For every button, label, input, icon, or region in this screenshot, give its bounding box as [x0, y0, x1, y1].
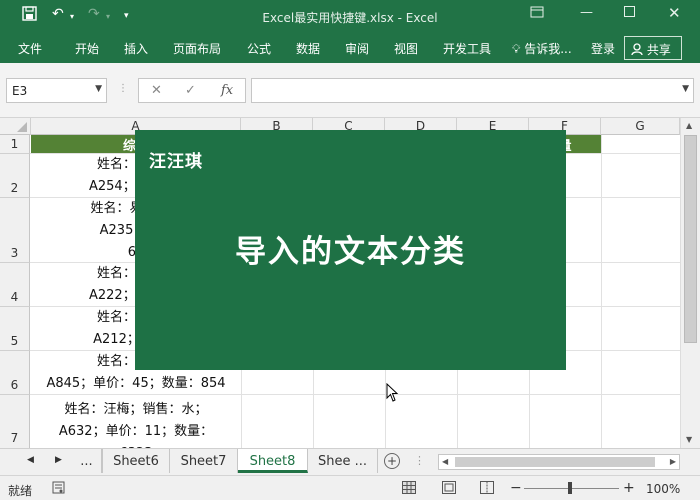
sheet-tab-more[interactable]: ... [72, 449, 102, 473]
row-header-7[interactable]: 7 [0, 395, 30, 448]
tab-home[interactable]: 开始 [75, 40, 99, 57]
prev-sheet-icon[interactable]: ◀ [27, 455, 34, 465]
cell-text: A632；单价：11；数量： [58, 424, 214, 439]
row-header-4[interactable]: 4 [0, 263, 30, 307]
vertical-scroll-thumb[interactable] [684, 135, 697, 343]
row-header-1[interactable]: 1 [0, 135, 30, 154]
formula-input[interactable]: ▼ [251, 78, 694, 103]
horizontal-scrollbar[interactable]: ◀ ▶ [438, 454, 680, 470]
cancel-icon[interactable]: ✕ [151, 83, 162, 98]
sheet-tab-sheet6[interactable]: Sheet6 [102, 449, 170, 473]
cell-a7[interactable]: 姓名：汪梅；销售：水； A632；单价：11；数量： 6323 [31, 399, 241, 448]
lightbulb-icon: 💡︎ [512, 42, 521, 56]
scroll-left-icon[interactable]: ◀ [442, 457, 448, 466]
zoom-level[interactable]: 100% [646, 482, 680, 496]
minimize-icon[interactable]: — [580, 5, 593, 20]
row-header-3[interactable]: 3 [0, 198, 30, 263]
maximize-icon[interactable] [624, 6, 635, 21]
sheet-tab-sheet8[interactable]: Sheet8 [238, 449, 308, 473]
sheet-tab-bar: ◀ ▶ ... Sheet6 Sheet7 Sheet8 Shee ... + … [0, 448, 700, 475]
name-box[interactable]: E3 ▼ [6, 78, 107, 103]
zoom-out-icon[interactable]: − [510, 480, 522, 496]
select-all-corner[interactable] [0, 118, 31, 135]
next-sheet-icon[interactable]: ▶ [55, 455, 62, 465]
mouse-cursor-icon [386, 382, 400, 406]
person-icon [631, 43, 647, 57]
sheet-tab-truncated[interactable]: Shee ... [308, 449, 378, 473]
horizontal-scroll-thumb[interactable] [455, 457, 655, 467]
page-break-view-icon[interactable] [480, 481, 494, 497]
enter-icon[interactable]: ✓ [185, 83, 196, 98]
vertical-scrollbar[interactable]: ▲ ▼ [680, 118, 700, 448]
ribbon-display-icon[interactable] [530, 6, 544, 22]
row-header-2[interactable]: 2 [0, 154, 30, 198]
sheet-tab-sheet7[interactable]: Sheet7 [170, 449, 238, 473]
tell-me-label: 告诉我... [524, 42, 572, 56]
login-link[interactable]: 登录 [591, 40, 615, 57]
zoom-in-icon[interactable]: + [623, 480, 635, 496]
share-button[interactable]: 共享 [624, 36, 682, 60]
tab-page-layout[interactable]: 页面布局 [173, 40, 221, 57]
page-layout-view-icon[interactable] [442, 481, 456, 497]
formula-bar: E3 ▼ ⋮ ✕ ✓ fx ▼ [0, 63, 700, 118]
row-header-6[interactable]: 6 [0, 351, 30, 395]
tab-review[interactable]: 审阅 [345, 40, 369, 57]
tab-view[interactable]: 视图 [394, 40, 418, 57]
insert-function-icon[interactable]: fx [221, 83, 233, 98]
tab-formulas[interactable]: 公式 [247, 40, 271, 57]
tab-data[interactable]: 数据 [296, 40, 320, 57]
expand-formula-icon[interactable]: ▼ [682, 84, 689, 94]
tab-insert[interactable]: 插入 [124, 40, 148, 57]
cell-text: 姓名：汪梅；销售：水； [64, 402, 208, 417]
name-box-dropdown-icon[interactable]: ▼ [95, 84, 102, 94]
row-header-5[interactable]: 5 [0, 307, 30, 351]
column-header-g[interactable]: G [601, 118, 680, 135]
tab-developer[interactable]: 开发工具 [443, 40, 491, 57]
cell-text: A845；单价：45；数量：854 [46, 376, 226, 391]
formula-buttons: ✕ ✓ fx [138, 78, 246, 103]
close-icon[interactable]: ✕ [668, 4, 681, 22]
drag-handle-icon[interactable]: ⋮ [118, 83, 128, 94]
name-box-value: E3 [12, 84, 28, 98]
title-overlay-card: 汪汪琪 导入的文本分类 [135, 130, 566, 370]
ribbon-tabs: 文件 开始 插入 页面布局 公式 数据 审阅 视图 开发工具 💡︎ 告诉我...… [0, 33, 700, 63]
scroll-up-icon[interactable]: ▲ [686, 121, 692, 130]
tab-file[interactable]: 文件 [18, 40, 42, 57]
author-label: 汪汪琪 [149, 152, 203, 172]
status-ready: 就绪 [8, 484, 33, 498]
tell-me-box[interactable]: 💡︎ 告诉我... [512, 40, 572, 57]
split-handle-icon[interactable]: ⋮ [414, 454, 425, 467]
scroll-down-icon[interactable]: ▼ [686, 435, 692, 444]
macro-record-icon[interactable] [52, 481, 65, 497]
overlay-headline: 导入的文本分类 [235, 234, 466, 270]
normal-view-icon[interactable] [402, 481, 416, 497]
zoom-slider-handle[interactable] [568, 482, 572, 494]
share-label: 共享 [646, 43, 671, 57]
window-title: Excel最实用快捷键.xlsx - Excel [262, 11, 438, 25]
scroll-right-icon[interactable]: ▶ [670, 457, 676, 466]
title-bar: ↶ ▾ ↷ ▾ ▾ Excel最实用快捷键.xlsx - Excel — ✕ [0, 0, 700, 33]
add-sheet-icon[interactable]: + [384, 453, 400, 469]
status-bar: 就绪 − + 100% [0, 475, 700, 500]
